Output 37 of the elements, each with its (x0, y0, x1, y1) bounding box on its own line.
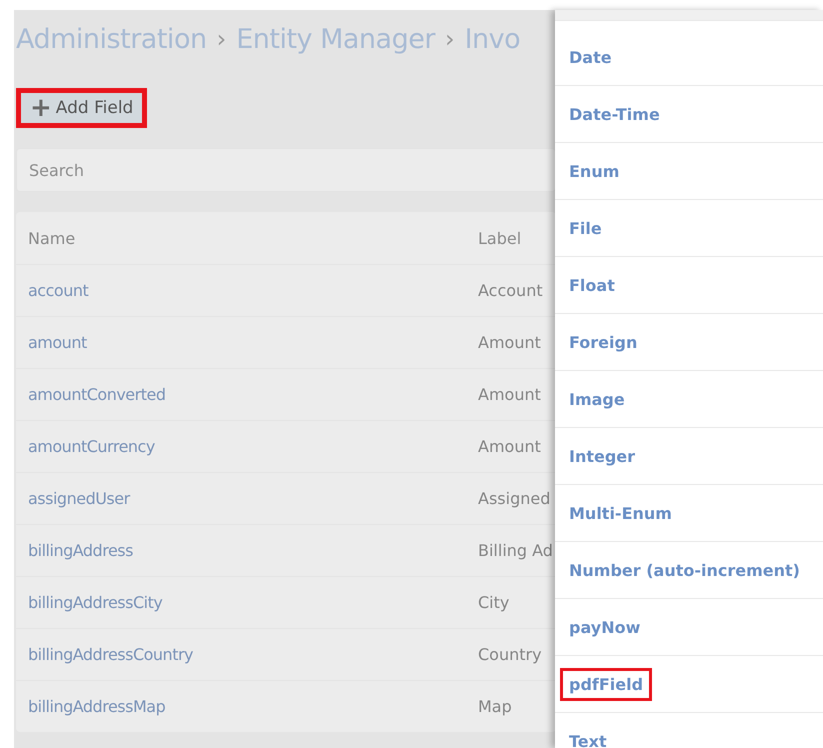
column-header: Name (28, 228, 76, 248)
field-label-cell: Map (478, 697, 512, 716)
field-type-link[interactable]: Enum (560, 154, 628, 188)
field-type-link[interactable]: Float (560, 268, 624, 302)
field-label-cell: Amount (478, 437, 541, 456)
search-field[interactable]: Search (16, 148, 556, 192)
field-type-link[interactable]: Integer (560, 440, 644, 472)
field-name-link[interactable]: account (28, 281, 478, 300)
add-field-button[interactable]: +Add Field (16, 88, 148, 128)
field-name-link[interactable]: billingAddressMap (28, 697, 478, 716)
field-label-cell: City (478, 593, 510, 612)
field-label-cell: Amount (478, 333, 541, 352)
field-label-cell: Amount (478, 385, 541, 404)
field-type-link[interactable]: Foreign (560, 326, 646, 358)
field-type-link[interactable]: Multi-Enum (560, 496, 681, 530)
field-type-link[interactable]: Date-Time (560, 98, 669, 130)
field-label-cell: Billing Ad (478, 541, 553, 560)
field-type-link[interactable]: File (560, 212, 611, 244)
field-name-link[interactable]: amountCurrency (28, 437, 478, 456)
field-type-link[interactable]: payNow (560, 610, 650, 644)
field-type-link[interactable]: Image (560, 382, 634, 416)
field-label-cell: Account (478, 281, 543, 300)
field-type-link[interactable]: pdfField (560, 668, 652, 700)
column-header: Label (478, 228, 522, 248)
field-name-link[interactable]: billingAddress (28, 541, 478, 560)
field-label-cell: Assigned (478, 489, 550, 508)
breadcrumb-separator: › (444, 25, 455, 53)
field-name-link[interactable]: amount (28, 333, 478, 352)
field-type-link[interactable]: Number (auto-increment) (560, 554, 809, 586)
field-name-link[interactable]: assignedUser (28, 489, 478, 508)
field-type-link[interactable]: Date (560, 40, 621, 74)
field-label-cell: Country (478, 645, 542, 664)
field-name-link[interactable]: amountConverted (28, 385, 478, 404)
field-type-link[interactable]: Text (560, 724, 616, 748)
field-name-link[interactable]: billingAddressCity (28, 593, 478, 612)
breadcrumb-separator: › (216, 25, 226, 53)
field-name-link[interactable]: billingAddressCountry (28, 645, 478, 664)
